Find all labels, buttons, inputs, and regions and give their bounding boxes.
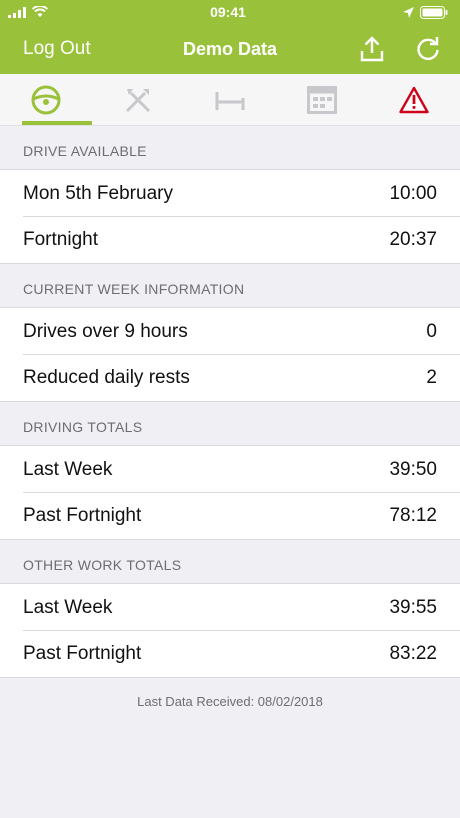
tab-bar (0, 74, 460, 126)
section-header-drive-available: DRIVE AVAILABLE (0, 126, 460, 170)
table-row: Mon 5th February 10:00 (0, 170, 460, 217)
section-header-current-week: CURRENT WEEK INFORMATION (0, 264, 460, 308)
status-left (8, 6, 118, 18)
warning-icon (399, 86, 429, 113)
bed-icon (215, 91, 245, 110)
table-row: Drives over 9 hours 0 (0, 308, 460, 355)
tab-rest[interactable] (184, 74, 276, 125)
table-row: Past Fortnight 78:12 (0, 493, 460, 540)
row-label: Reduced daily rests (23, 367, 190, 388)
row-value: 2 (426, 367, 437, 388)
location-arrow-icon (403, 6, 414, 18)
row-value: 39:50 (389, 458, 437, 480)
tools-icon (125, 88, 151, 112)
log-out-button[interactable]: Log Out (23, 24, 91, 74)
wifi-icon (32, 6, 48, 17)
status-bar: 09:41 (0, 0, 460, 24)
signal-icon (8, 6, 26, 18)
upload-button[interactable] (357, 34, 387, 64)
status-right (338, 5, 448, 19)
calendar-icon (307, 85, 337, 114)
row-value: 39:55 (389, 596, 437, 618)
section-header-driving-totals: DRIVING TOTALS (0, 402, 460, 446)
battery-icon (420, 5, 448, 19)
tab-driving[interactable] (0, 74, 92, 125)
row-value: 83:22 (389, 643, 437, 664)
row-label: Past Fortnight (23, 505, 142, 526)
refresh-button[interactable] (413, 34, 443, 64)
steering-wheel-icon (31, 85, 61, 114)
table-row: Last Week 39:50 (0, 446, 460, 493)
row-value: 78:12 (389, 505, 437, 526)
row-label: Drives over 9 hours (23, 320, 188, 342)
upload-icon (360, 36, 384, 62)
refresh-icon (417, 37, 439, 61)
row-value: 20:37 (389, 229, 437, 250)
nav-bar: Log Out Demo Data (0, 24, 460, 74)
row-label: Last Week (23, 596, 113, 618)
tab-availability[interactable] (276, 74, 368, 125)
row-value: 10:00 (389, 182, 437, 204)
row-label: Fortnight (23, 229, 98, 250)
row-value: 0 (426, 320, 437, 342)
summary-content: DRIVE AVAILABLE Mon 5th February 10:00 F… (0, 126, 460, 709)
row-label: Last Week (23, 458, 113, 480)
row-label: Mon 5th February (23, 182, 173, 204)
tab-other-work[interactable] (92, 74, 184, 125)
section-header-other-work-totals: OTHER WORK TOTALS (0, 540, 460, 584)
table-row: Past Fortnight 83:22 (0, 631, 460, 678)
row-label: Past Fortnight (23, 643, 142, 664)
tab-warnings[interactable] (368, 74, 460, 125)
last-data-received: Last Data Received: 08/02/2018 (137, 694, 323, 709)
table-row: Fortnight 20:37 (0, 217, 460, 264)
table-row: Reduced daily rests 2 (0, 355, 460, 402)
status-time: 09:41 (210, 4, 246, 20)
table-row: Last Week 39:55 (0, 584, 460, 631)
